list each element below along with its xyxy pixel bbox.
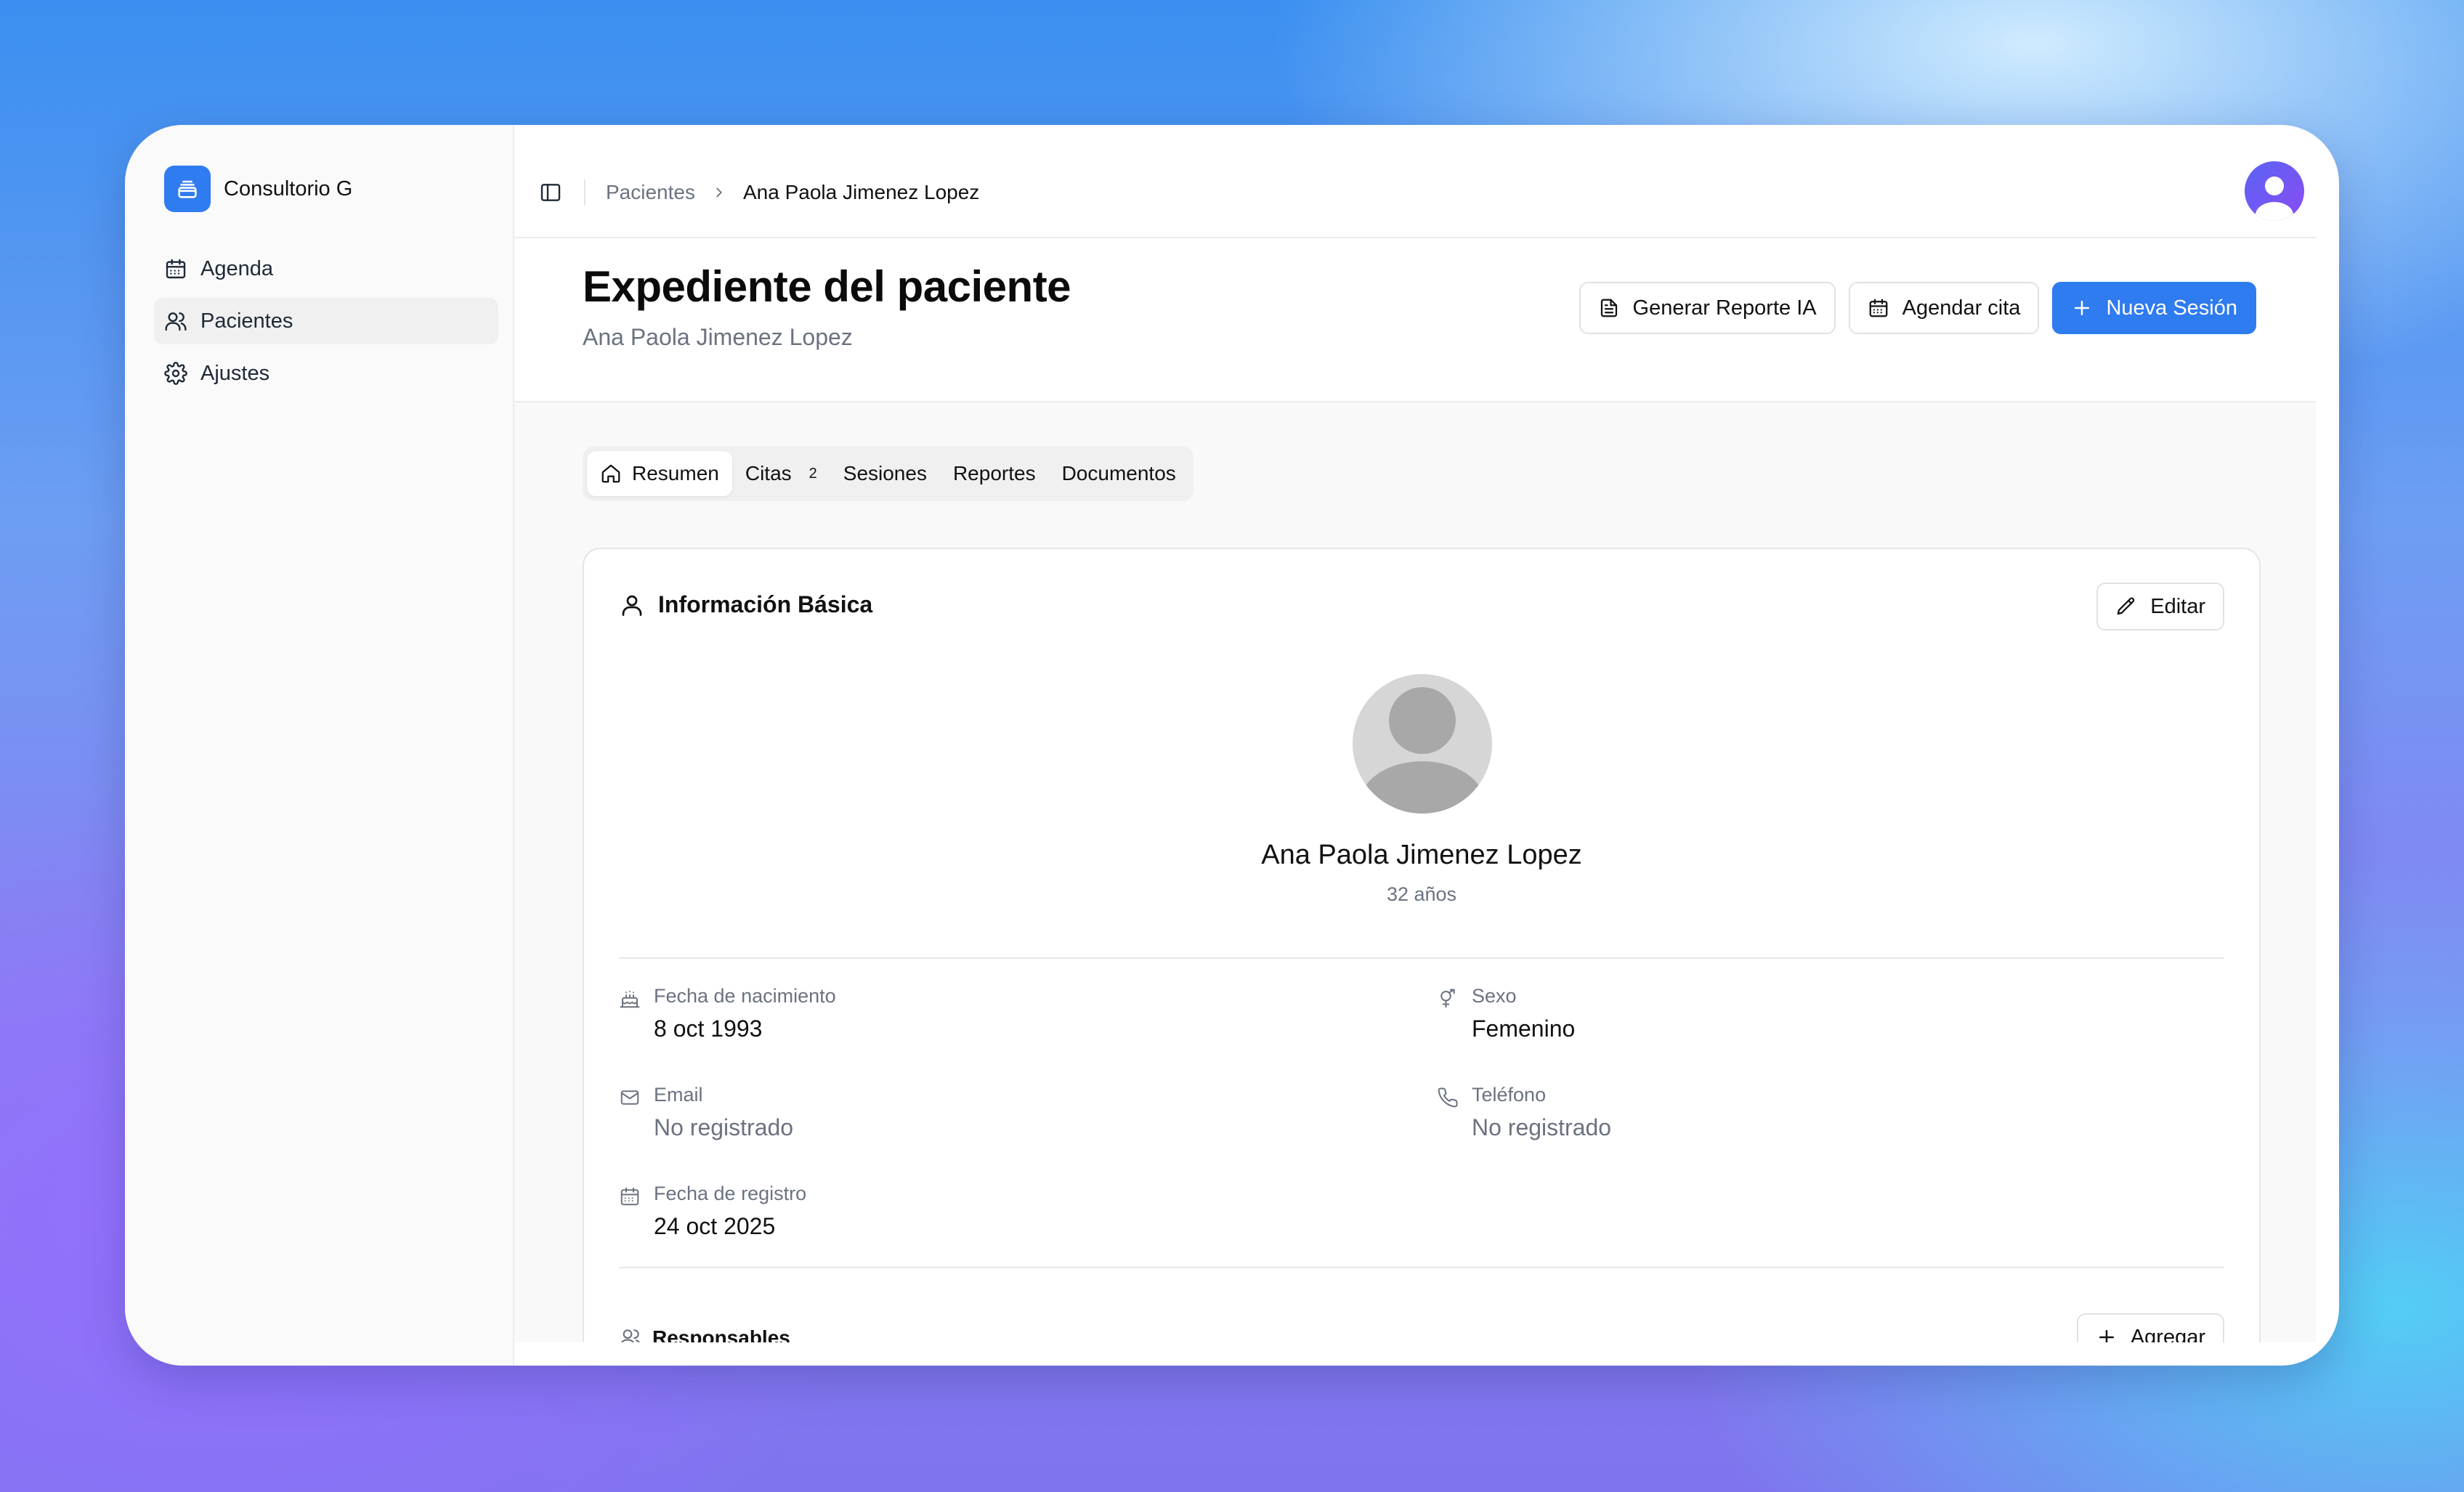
add-responsable-label: Agregar	[2130, 1325, 2205, 1343]
calendar-icon	[166, 259, 186, 279]
sidebar-item-label: Agenda	[200, 256, 273, 280]
breadcrumb: Pacientes Ana Paola Jimenez Lopez	[606, 181, 979, 204]
tab-resumen[interactable]: Resumen	[587, 451, 732, 496]
header-actions: Generar Reporte IA Agendar cita Nueva Se…	[1566, 282, 2256, 334]
generate-report-label: Generar Reporte IA	[1632, 296, 1817, 320]
responsables-heading: Responsables	[619, 1326, 790, 1342]
basic-info-title: Información Básica	[658, 591, 873, 617]
calendar-icon	[620, 1187, 639, 1206]
tab-label: Citas	[745, 462, 792, 485]
tab-label: Resumen	[632, 462, 719, 485]
phone-value: No registrado	[1472, 1114, 1612, 1140]
sex-value: Femenino	[1472, 1015, 1576, 1042]
sidebar-item-agenda[interactable]: Agenda	[154, 246, 498, 292]
citas-count-badge: 2	[808, 465, 817, 482]
tab-sesiones[interactable]: Sesiones	[830, 451, 940, 496]
patient-avatar-icon	[1353, 674, 1492, 814]
tab-reportes[interactable]: Reportes	[940, 451, 1049, 496]
users-icon	[165, 312, 187, 331]
birth-date-label: Fecha de nacimiento	[654, 985, 836, 1007]
tab-label: Sesiones	[843, 462, 927, 485]
patient-name: Ana Paola Jimenez Lopez	[1261, 840, 1582, 870]
email-label: Email	[654, 1084, 703, 1106]
divider	[619, 957, 2224, 959]
tab-documentos[interactable]: Documentos	[1049, 451, 1189, 496]
chevron-right-icon	[716, 187, 722, 198]
responsables-title: Responsables	[652, 1326, 790, 1342]
tab-label: Reportes	[952, 462, 1036, 485]
app-window: Consultorio G Agenda Pacientes Ajustes P…	[125, 125, 2339, 1366]
topbar: Pacientes Ana Paola Jimenez Lopez	[514, 148, 2316, 238]
sidebar-item-label: Pacientes	[200, 309, 293, 333]
tab-list: Resumen Citas 2 Sesiones Reportes Docume…	[583, 446, 1194, 501]
basic-info-card: Información Básica Editar Ana Paola Jime…	[583, 548, 2261, 1342]
sidebar-item-pacientes[interactable]: Pacientes	[154, 298, 498, 344]
divider	[619, 1267, 2224, 1268]
schedule-appointment-button[interactable]: Agendar cita	[1848, 282, 2040, 334]
basic-info-heading: Información Básica	[619, 591, 872, 618]
registration-date-value: 24 oct 2025	[654, 1213, 776, 1239]
phone-icon	[1438, 1087, 1458, 1108]
tab-citas[interactable]: Citas 2	[732, 451, 830, 496]
registration-date-label: Fecha de registro	[654, 1183, 807, 1204]
users-icon	[620, 1329, 641, 1342]
sidebar-item-ajustes[interactable]: Ajustes	[154, 350, 498, 397]
patient-age: 32 años	[1386, 883, 1457, 905]
breadcrumb-current: Ana Paola Jimenez Lopez	[742, 181, 980, 203]
user-icon	[622, 595, 642, 616]
phone-label: Teléfono	[1472, 1084, 1547, 1106]
plus-icon	[2075, 301, 2090, 315]
page-header: Expediente del paciente Ana Paola Jimene…	[514, 238, 2316, 402]
venus-mars-icon	[1440, 989, 1455, 1008]
new-session-label: Nueva Sesión	[2106, 296, 2237, 320]
schedule-appointment-label: Agendar cita	[1902, 296, 2021, 320]
edit-button[interactable]: Editar	[2096, 583, 2224, 631]
plus-icon	[2099, 1330, 2114, 1342]
gear-icon	[164, 362, 187, 385]
page-title: Expediente del paciente	[583, 262, 1071, 311]
mail-icon	[620, 1090, 639, 1105]
sidebar-nav: Agenda Pacientes Ajustes	[154, 246, 498, 402]
calendar-icon	[1869, 299, 1887, 317]
brand[interactable]: Consultorio G	[164, 166, 352, 212]
add-responsable-button[interactable]: Agregar	[2076, 1313, 2224, 1343]
generate-report-button[interactable]: Generar Reporte IA	[1578, 282, 1836, 334]
sidebar: Consultorio G Agenda Pacientes Ajustes	[125, 125, 514, 1366]
page-subtitle: Ana Paola Jimenez Lopez	[583, 324, 853, 350]
breadcrumb-link-pacientes[interactable]: Pacientes	[606, 181, 695, 204]
clinic-logo-icon	[164, 166, 211, 212]
file-text-icon	[1600, 299, 1617, 317]
tab-label: Documentos	[1061, 462, 1176, 485]
home-icon	[601, 464, 620, 483]
sex-label: Sexo	[1472, 985, 1517, 1007]
user-avatar[interactable]	[2245, 161, 2304, 221]
birth-date-value: 8 oct 1993	[654, 1015, 763, 1042]
sidebar-item-label: Ajustes	[200, 361, 270, 385]
email-value: No registrado	[654, 1114, 794, 1140]
cake-icon	[620, 991, 640, 1008]
new-session-button[interactable]: Nueva Sesión	[2052, 282, 2256, 334]
edit-label: Editar	[2150, 594, 2205, 618]
topbar-separator	[584, 179, 585, 206]
user-avatar-icon	[2256, 177, 2293, 221]
clinic-name: Consultorio G	[224, 177, 353, 200]
sidebar-toggle-icon[interactable]	[539, 181, 562, 204]
pencil-icon	[2117, 597, 2135, 615]
main-content: Pacientes Ana Paola Jimenez Lopez Expedi…	[514, 148, 2316, 1342]
